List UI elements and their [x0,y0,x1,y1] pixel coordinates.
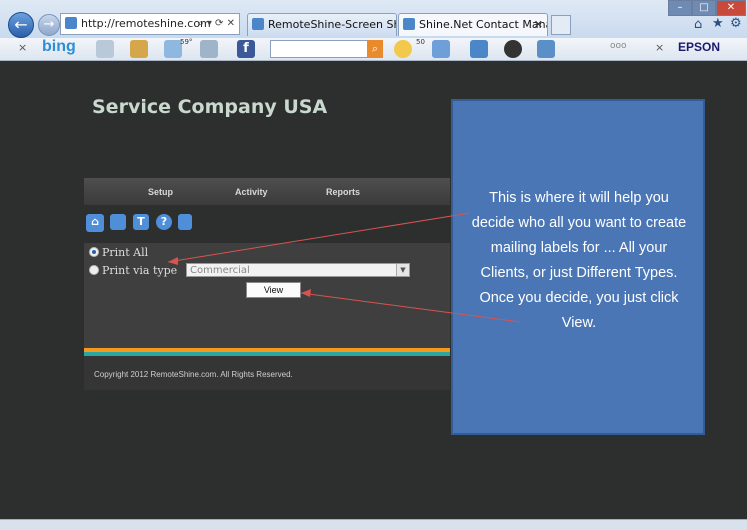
arrow-to-print-all [167,212,471,263]
annotation-arrows [167,212,521,323]
arrowhead-print-all [168,257,178,265]
arrowhead-view [301,289,311,297]
arrow-to-view-button [300,292,521,323]
status-bar [0,519,747,530]
